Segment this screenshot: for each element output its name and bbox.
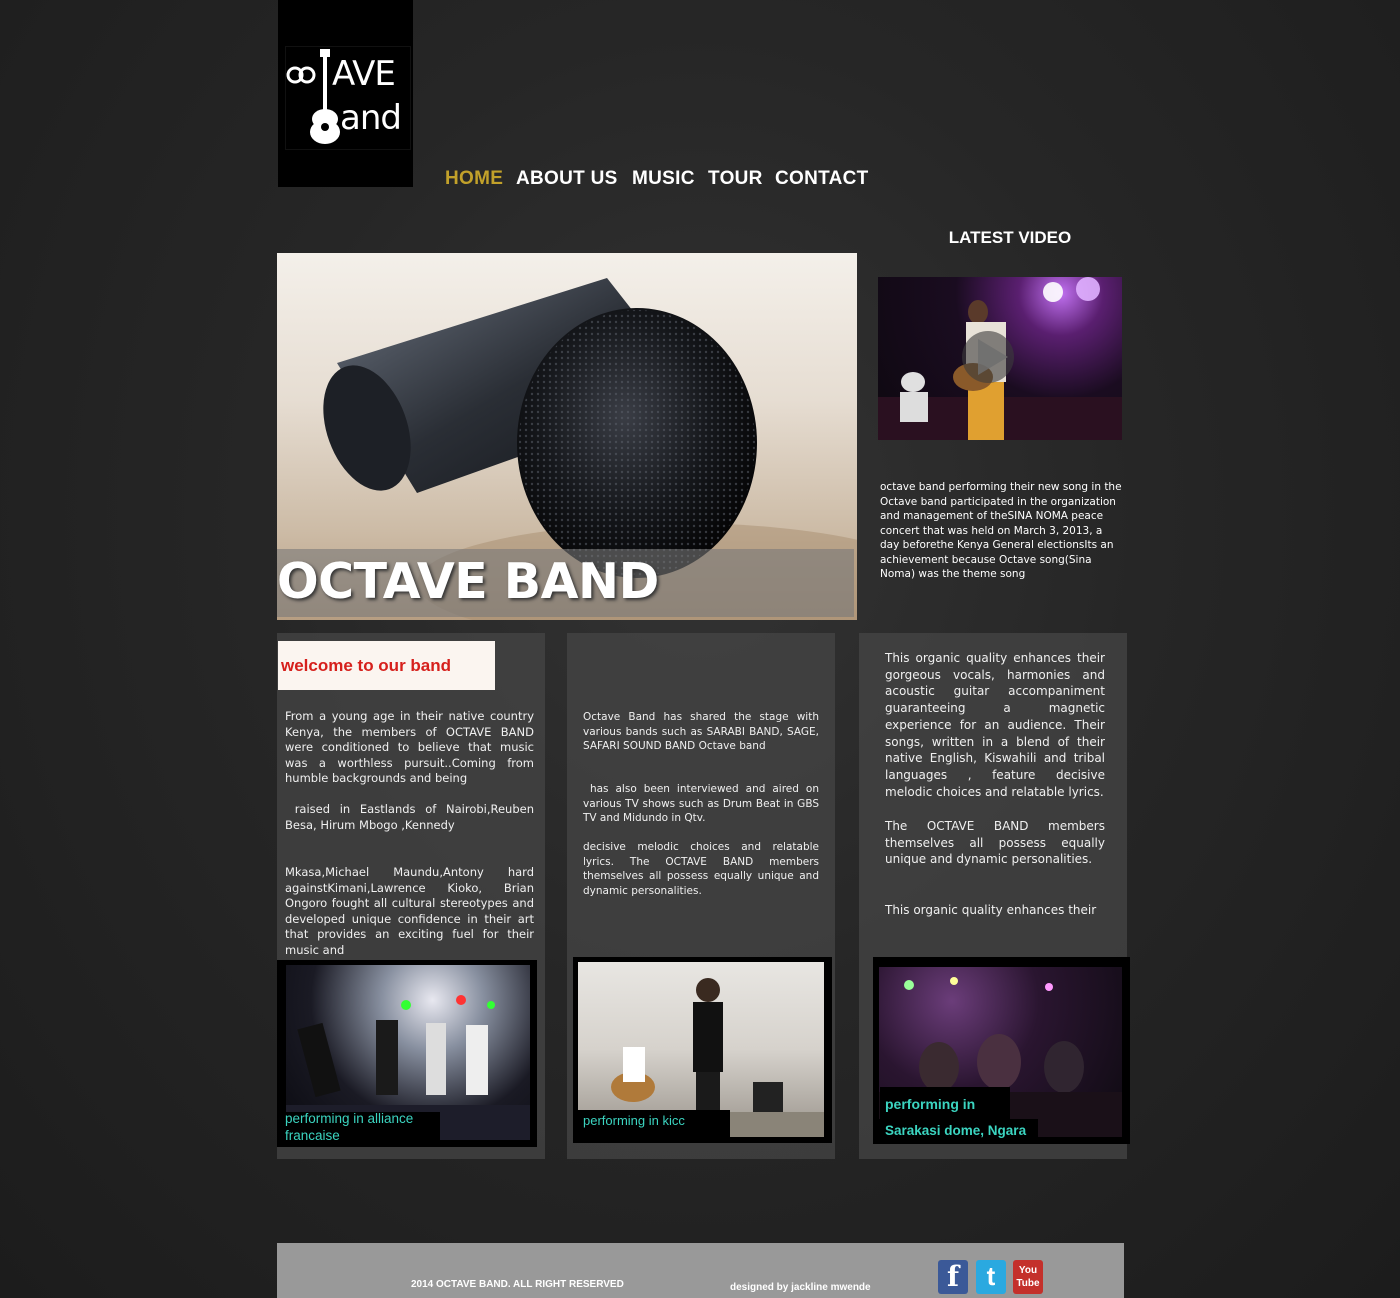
- youtube-icon[interactable]: You Tube: [1013, 1260, 1043, 1294]
- logo-text-ave: AVE: [332, 54, 396, 94]
- panel-2-paragraph-1: Octave Band has shared the stage with va…: [583, 711, 819, 752]
- video-description: octave band performing their new song in…: [880, 481, 1122, 580]
- panel-3-paragraph-3: This organic quality enhances their: [885, 903, 1097, 917]
- nav-home[interactable]: HOME: [445, 168, 503, 190]
- panel-2-paragraph-3: decisive melodic choices and relatable l…: [583, 841, 819, 897]
- panel-3-paragraph-1: This organic quality enhances their gorg…: [885, 651, 1105, 799]
- nav-about-us[interactable]: ABOUT US: [516, 168, 618, 190]
- panel-1-paragraph-3: Mkasa,Michael Maundu,Antony hard against…: [285, 865, 534, 957]
- nav-contact[interactable]: CONTACT: [775, 168, 869, 190]
- designer-credit: designed by jackline mwende: [730, 1282, 871, 1293]
- panel-1-paragraph-2: raised in Eastlands of Nairobi,Reuben Be…: [285, 802, 535, 832]
- nav-tour[interactable]: TOUR: [708, 168, 763, 190]
- latest-video-heading: LATEST VIDEO: [948, 228, 1072, 247]
- photo-caption-2: performing in kicc: [583, 1113, 685, 1128]
- video-player[interactable]: [878, 277, 1122, 440]
- logo[interactable]: AVE and: [285, 46, 411, 150]
- copyright-text: 2014 OCTAVE BAND. ALL RIGHT RESERVED: [411, 1279, 624, 1290]
- video-thumbnail: [878, 277, 1122, 440]
- photo-caption-3-line-1: performing in: [885, 1096, 976, 1112]
- panel-2-paragraph-2: has also been interviewed and aired on v…: [583, 783, 819, 824]
- panel-3-paragraph-2: The OCTAVE BAND members themselves all p…: [885, 819, 1105, 867]
- facebook-icon[interactable]: f: [938, 1260, 968, 1294]
- hero-banner: OCTAVE BAND: [277, 253, 857, 620]
- photo-caption-1: performing in alliance francaise: [285, 1111, 414, 1143]
- photo-caption-3-line-2: Sarakasi dome, Ngara: [885, 1123, 1027, 1138]
- hero-title: OCTAVE BAND: [277, 553, 659, 610]
- nav-music[interactable]: MUSIC: [632, 168, 695, 190]
- twitter-icon[interactable]: t: [976, 1260, 1006, 1294]
- welcome-heading: welcome to our band: [281, 656, 452, 675]
- logo-text-and: and: [340, 98, 402, 138]
- panel-1-paragraph-1: From a young age in their native country…: [285, 709, 534, 785]
